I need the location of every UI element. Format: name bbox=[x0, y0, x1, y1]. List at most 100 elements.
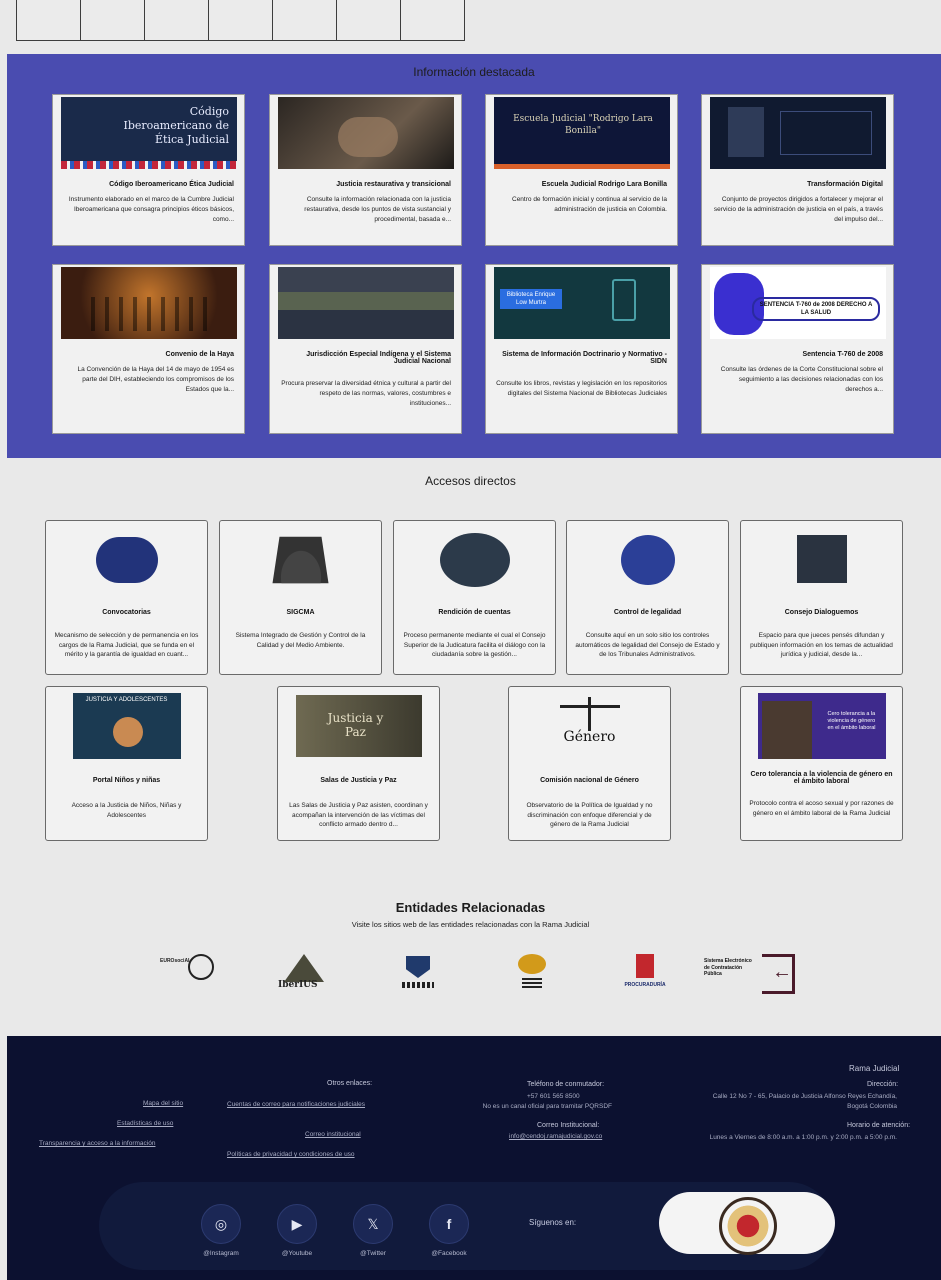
instagram-link[interactable]: ◎ @Instagram bbox=[201, 1204, 241, 1257]
acceso-description: Las Salas de Justicia y Paz asisten, coo… bbox=[289, 802, 428, 828]
thumb-text: Código Iberoamericano de Ética Judicial bbox=[123, 105, 229, 146]
acceso-card[interactable]: JUSTICIA Y ADOLESCENTES Portal Niños y n… bbox=[45, 686, 208, 841]
thumb-text: Escuela Judicial "Rodrigo Lara Bonilla" bbox=[513, 114, 653, 136]
phone-shape bbox=[612, 279, 636, 321]
entidades-subtitle: Visite los sitios web de las entidades r… bbox=[351, 920, 590, 929]
featured-card[interactable]: Código Iberoamericano de Ética Judicial … bbox=[52, 94, 245, 246]
card-description: Instrumento elaborado en el marco de la … bbox=[68, 196, 234, 223]
logo-text: PROCURADURÍA bbox=[624, 982, 666, 988]
acceso-illustration bbox=[796, 535, 847, 583]
acceso-card[interactable]: SIGCMA Sistema Integrado de Gestión y Co… bbox=[219, 520, 382, 675]
featured-card[interactable]: Transformación Digital Conjunto de proye… bbox=[701, 94, 894, 246]
acceso-illustration bbox=[620, 535, 675, 585]
thumb-stripe bbox=[61, 161, 237, 169]
acceso-title: Consejo Dialoguemos bbox=[784, 609, 859, 616]
youtube-icon: ▶ bbox=[277, 1204, 317, 1244]
twitter-link[interactable]: 𝕏 @Twitter bbox=[353, 1204, 393, 1257]
procuraduria-logo[interactable]: PROCURADURÍA bbox=[624, 954, 666, 994]
eye-icon bbox=[518, 954, 546, 974]
arrow-icon: ← bbox=[772, 961, 792, 983]
top-tab-box[interactable] bbox=[16, 0, 81, 41]
iberius-logo[interactable]: IberIUS bbox=[270, 954, 340, 994]
footer-link[interactable]: Mapa del sitio bbox=[143, 1100, 183, 1107]
acceso-illustration: Género bbox=[550, 695, 630, 755]
card-description: Centro de formación inicial y continua a… bbox=[512, 196, 667, 213]
logo-text: EUROsociAL bbox=[160, 958, 192, 964]
card-title: Justicia restaurativa y transicional bbox=[336, 181, 451, 188]
footer-link[interactable]: Cuentas de correo para notificaciones ju… bbox=[227, 1100, 387, 1110]
top-tab-box[interactable] bbox=[80, 0, 145, 41]
acceso-card[interactable]: Justicia y Paz Salas de Justicia y Paz L… bbox=[277, 686, 440, 841]
acceso-title: Salas de Justicia y Paz bbox=[320, 777, 397, 784]
card-description: Consulte los libros, revistas y legislac… bbox=[496, 380, 667, 397]
thumb-text: SENTENCIA T-760 de 2008 DERECHO A LA SAL… bbox=[752, 297, 880, 321]
card-title: Jurisdicción Especial Indígena y el Sist… bbox=[306, 351, 451, 365]
secop-logo[interactable]: Sistema Electrónico de Contratación Públ… bbox=[704, 952, 812, 996]
footer-phone-note: No es un canal oficial para tramitar PQR… bbox=[482, 1103, 612, 1110]
thumb-bar bbox=[494, 164, 670, 169]
card-title: Sistema de Información Doctrinario y Nor… bbox=[502, 351, 667, 365]
acceso-card[interactable]: Rendición de cuentas Proceso permanente … bbox=[393, 520, 556, 675]
featured-card[interactable]: SENTENCIA T-760 de 2008 DERECHO A LA SAL… bbox=[701, 264, 894, 434]
acceso-illustration bbox=[95, 537, 158, 583]
acceso-title: Convocatorias bbox=[102, 609, 151, 616]
acceso-description: Acceso a la Justicia de Niños, Niñas y A… bbox=[71, 802, 182, 819]
featured-card[interactable]: Escuela Judicial "Rodrigo Lara Bonilla" … bbox=[485, 94, 678, 246]
card-thumbnail: SENTENCIA T-760 de 2008 DERECHO A LA SAL… bbox=[710, 267, 886, 339]
footer-org: Rama Judicial bbox=[849, 1064, 900, 1073]
card-thumbnail bbox=[710, 97, 886, 169]
acceso-image-text: Género bbox=[563, 729, 616, 745]
scale-shape bbox=[587, 697, 591, 731]
logo-text: Sistema Electrónico de Contratación Públ… bbox=[704, 958, 752, 977]
acceso-title: Cero tolerancia a la violencia de género… bbox=[750, 771, 893, 785]
acceso-description: Mecanismo de selección y de permanencia … bbox=[54, 632, 199, 658]
acceso-card[interactable]: Control de legalidad Consulte aquí en un… bbox=[566, 520, 729, 675]
emblem-icon bbox=[636, 954, 654, 978]
shield-logo[interactable] bbox=[402, 956, 434, 992]
acceso-card[interactable]: Género Comisión nacional de Género Obser… bbox=[508, 686, 671, 841]
top-tab-box[interactable] bbox=[400, 0, 465, 41]
top-tab-box[interactable] bbox=[336, 0, 401, 41]
footer: Rama Judicial Dirección: Calle 12 No 7 -… bbox=[7, 1036, 941, 1280]
eurosocial-logo[interactable]: EUROsociAL bbox=[160, 954, 222, 994]
featured-card[interactable]: Biblioteca Enrique Low Murtra Sistema de… bbox=[485, 264, 678, 434]
acceso-card[interactable]: Convocatorias Mecanismo de selección y d… bbox=[45, 520, 208, 675]
entidades-section: Entidades Relacionadas Visite los sitios… bbox=[0, 898, 941, 1018]
acceso-title: Comisión nacional de Género bbox=[540, 777, 639, 784]
acceso-description: Espacio para que jueces pensés difundan … bbox=[750, 632, 893, 658]
footer-link[interactable]: Políticas de privacidad y condiciones de… bbox=[227, 1150, 387, 1160]
face-shape bbox=[112, 717, 143, 747]
featured-section: Información destacada Código Iberoameric… bbox=[7, 54, 941, 458]
acceso-title: Portal Niños y niñas bbox=[92, 777, 161, 784]
youtube-link[interactable]: ▶ @Youtube bbox=[277, 1204, 317, 1257]
acceso-description: Consulte aquí en un solo sitio los contr… bbox=[575, 632, 720, 658]
acceso-title: SIGCMA bbox=[286, 609, 315, 616]
acceso-card[interactable]: Consejo Dialoguemos Espacio para que jue… bbox=[740, 520, 903, 675]
acceso-illustration: Justicia y Paz bbox=[295, 695, 422, 757]
footer-link[interactable]: Transparencia y acceso a la información bbox=[39, 1140, 155, 1147]
eye-logo[interactable] bbox=[514, 954, 550, 994]
facebook-icon: f bbox=[429, 1204, 469, 1244]
footer-hours-value: Lunes a Viernes de 8:00 a.m. a 1:00 p.m.… bbox=[709, 1134, 897, 1141]
people-shape bbox=[761, 701, 812, 759]
featured-card[interactable]: Jurisdicción Especial Indígena y el Sist… bbox=[269, 264, 462, 434]
footer-logo-pill[interactable] bbox=[659, 1192, 835, 1255]
footer-link[interactable]: Correo institucional bbox=[305, 1131, 361, 1138]
acceso-card[interactable]: Cero tolerancia a la violencia de género… bbox=[740, 686, 903, 841]
featured-card[interactable]: Justicia restaurativa y transicional Con… bbox=[269, 94, 462, 246]
top-tab-box[interactable] bbox=[272, 0, 337, 41]
top-tab-box[interactable] bbox=[208, 0, 273, 41]
footer-link[interactable]: Estadísticas de uso bbox=[117, 1120, 173, 1127]
card-title: Sentencia T-760 de 2008 bbox=[802, 351, 883, 358]
card-description: La Convención de la Haya del 14 de mayo … bbox=[77, 366, 234, 393]
footer-email-link[interactable]: info@cendoj.ramajudicial.gov.co bbox=[509, 1133, 602, 1140]
rama-judicial-seal-icon bbox=[719, 1197, 777, 1255]
facebook-link[interactable]: f @Facebook bbox=[429, 1204, 469, 1257]
top-tab-box[interactable] bbox=[144, 0, 209, 41]
screen-shape bbox=[780, 111, 872, 155]
card-description: Conjunto de proyectos dirigidos a fortal… bbox=[713, 196, 883, 223]
featured-card[interactable]: Convenio de la Haya La Convención de la … bbox=[52, 264, 245, 434]
top-strip bbox=[0, 0, 941, 46]
acceso-title: Control de legalidad bbox=[613, 609, 682, 616]
acceso-image-text: Justicia y Paz bbox=[327, 711, 384, 739]
